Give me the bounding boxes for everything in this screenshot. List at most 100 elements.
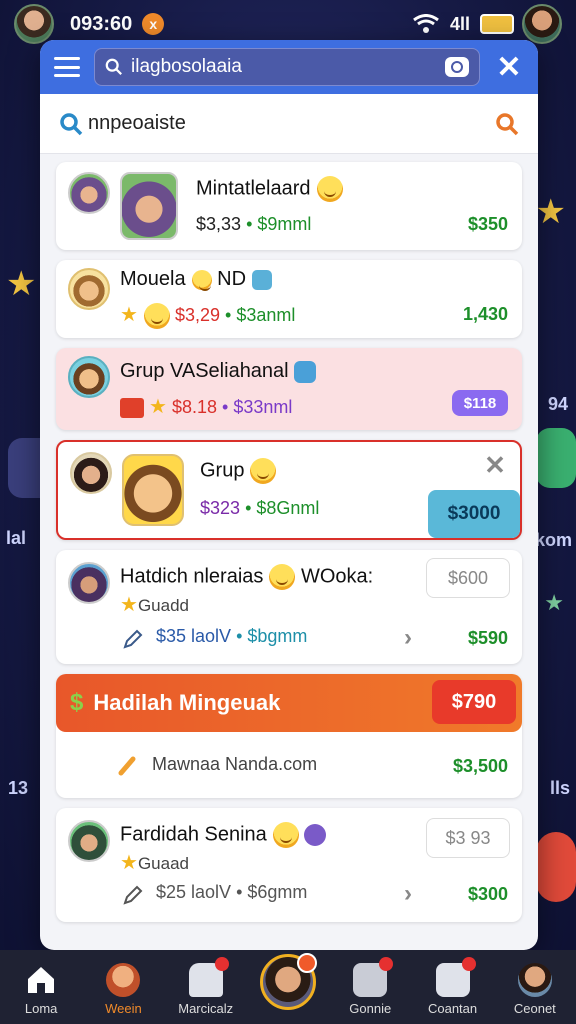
nav-label: Loma [24, 1001, 58, 1016]
nav-list[interactable]: Coantan [413, 957, 493, 1016]
status-icons: 4ll [412, 14, 514, 35]
nav-label: Gonnie [349, 1001, 392, 1016]
card-amount: $35 laolV • $bgmm [156, 626, 308, 646]
card-amount: $25 laolV • $6gmm [156, 882, 308, 902]
main-panel: ilagbosolaaia ✕ nnpeoaiste Mintatlelaard… [40, 40, 538, 950]
search-input[interactable]: ilagbosolaaia [94, 48, 480, 86]
bg-label: lls [549, 778, 570, 798]
list-icon [435, 957, 476, 997]
notification-dot [461, 957, 476, 971]
money-icon: $ [70, 689, 84, 716]
nav-people[interactable]: Weein [83, 963, 163, 1016]
star-icon: ★ [120, 304, 138, 326]
chevron-right-icon[interactable]: › [404, 880, 412, 908]
menu-icon[interactable] [54, 57, 80, 77]
search-icon[interactable] [494, 111, 520, 137]
price-button[interactable]: $3000 [428, 490, 520, 538]
card-right-value: $3,500 [452, 756, 508, 776]
gift-icon [251, 269, 272, 290]
card-title: Fardidah Senina [120, 822, 327, 848]
card-amount: ★ $3,29 • $3anml [120, 302, 295, 330]
notification-dot [379, 957, 394, 971]
avatar [68, 268, 110, 310]
card-title: Grup VASeliahanal [120, 360, 317, 383]
card-right-value: 1,430 [462, 304, 508, 324]
star-icon: ★ [535, 193, 566, 231]
sub-search-text: nnpeoaiste [88, 112, 186, 134]
bg-decoration [536, 428, 576, 488]
list-item[interactable]: Hatdich nleraias WOoka: ★Guadd $35 laolV… [56, 550, 522, 664]
pencil-icon [118, 756, 136, 776]
promo-card[interactable]: $ Hadilah Mingeuak $790 Mawnaa Nanda.com… [56, 674, 522, 798]
card-amount: $3,33 • $9mml [196, 214, 312, 234]
avatar [68, 172, 110, 214]
star-icon: ★ [120, 852, 138, 874]
box-icon [120, 398, 144, 419]
bg-label: 13 [8, 778, 29, 798]
home-icon [28, 967, 55, 993]
camera-icon[interactable] [445, 57, 469, 77]
card-title: Mouela ND [120, 268, 272, 291]
smile-emoji-icon [191, 269, 212, 291]
banner-title: Hadilah Mingeuak [93, 690, 281, 715]
card-right-value: $590 [467, 628, 508, 648]
person-icon [106, 963, 141, 997]
result-list: Mintatlelaard $3,33 • $9mml $350 Mouela … [40, 154, 538, 922]
list-item[interactable]: Mintatlelaard $3,33 • $9mml $350 [56, 162, 522, 250]
card-right-value: $350 [467, 214, 508, 234]
nav-home[interactable]: Loma [1, 963, 81, 1016]
price-badge[interactable]: $118 [452, 390, 508, 416]
banner-price-button[interactable]: $790 [432, 680, 516, 724]
signal-text: 4ll [449, 13, 470, 34]
search-value: ilagbosolaaia [131, 56, 242, 77]
close-icon[interactable]: ✕ [494, 50, 524, 85]
nav-center-avatar[interactable] [248, 953, 328, 1016]
nav-notifications[interactable]: Marcicalz [166, 957, 246, 1016]
gift-icon [294, 360, 317, 383]
nav-label: Weein [105, 1001, 142, 1016]
nav-edit[interactable]: Gonnie [330, 957, 410, 1016]
nav-label: Marcicalz [178, 1001, 234, 1016]
chevron-right-icon[interactable]: › [404, 624, 412, 652]
star-icon: ★ [120, 594, 138, 616]
card-title: Mintatlelaard [196, 176, 343, 202]
status-time: 093:60 [70, 12, 133, 35]
list-item-selected[interactable]: Grup $323 • $8Gnml ✕ $3000 [56, 440, 522, 540]
avatar [68, 820, 110, 862]
star-icon: ★ [6, 265, 37, 303]
star-icon: ★ [149, 396, 167, 418]
smile-emoji-icon [269, 564, 296, 590]
bg-label: kom [534, 530, 572, 550]
avatar [68, 356, 110, 398]
nav-label: Coantan [427, 1001, 478, 1016]
list-item[interactable]: Grup VASeliahanal ★ $8.18 • $33nml $118 [56, 348, 522, 430]
search-icon [105, 58, 122, 75]
bg-label: 94 [547, 394, 568, 414]
smile-emoji-icon [316, 176, 343, 202]
star-icon: ★ [544, 590, 564, 615]
smile-emoji-icon [143, 303, 170, 330]
avatar [68, 562, 110, 604]
profile-icon [517, 963, 552, 997]
card-tag: ★Guadd [120, 594, 189, 616]
bg-decoration [536, 832, 576, 902]
close-icon[interactable]: ✕ [480, 450, 510, 481]
list-item[interactable]: Mouela ND ★ $3,29 • $3anml 1,430 [56, 260, 522, 338]
avatar [70, 452, 112, 494]
list-item[interactable]: Fardidah Senina ★Guaad $25 laolV • $6gmm… [56, 808, 522, 922]
top-bar: ilagbosolaaia ✕ [40, 40, 538, 94]
bg-label: lal [6, 528, 27, 548]
price-chip[interactable]: $600 [426, 558, 510, 598]
notification-badge: x [142, 13, 165, 35]
avatar-large [120, 172, 178, 240]
card-title: Grup [200, 458, 277, 484]
nav-label: Ceonet [513, 1001, 556, 1016]
price-chip[interactable]: $3 93 [426, 818, 510, 858]
smile-emoji-icon [272, 822, 299, 848]
card-tag: ★Guaad [120, 852, 189, 874]
promo-banner[interactable]: $ Hadilah Mingeuak $790 [56, 674, 522, 732]
nav-profile[interactable]: Ceonet [495, 963, 575, 1016]
card-right-value: $300 [467, 884, 508, 904]
battery-icon [480, 14, 514, 34]
sub-search-bar[interactable]: nnpeoaiste [40, 94, 538, 154]
